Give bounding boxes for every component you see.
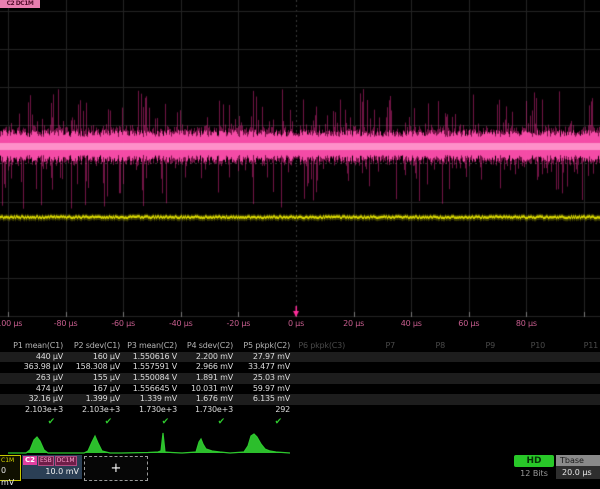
stat-value: 33.477 mV bbox=[248, 362, 290, 373]
status-check-icon: ✔ bbox=[48, 416, 55, 428]
stat-value: 2.103e+3 bbox=[82, 405, 120, 416]
histicon-shape bbox=[122, 433, 182, 453]
stat-value: 363.98 µV bbox=[24, 362, 63, 373]
plus-icon: + bbox=[111, 461, 122, 476]
stat-value: 1.556645 V bbox=[133, 384, 177, 395]
measure-stat-row: 474 µV 167 µV 1.556645 V 10.031 mV 59.97 mV bbox=[0, 384, 600, 395]
param-header[interactable]: P3 mean(C2) bbox=[127, 341, 177, 352]
oscilloscope-screen: { "trace_badge": { "text": "C2 DC1M" }, … bbox=[0, 0, 600, 480]
measure-status-row: ✔ ✔ ✔ ✔ ✔ bbox=[0, 416, 600, 428]
parameter-histicons[interactable] bbox=[0, 430, 600, 456]
time-axis-label: -60 µs bbox=[111, 319, 135, 328]
status-check-icon: ✔ bbox=[218, 416, 225, 428]
stat-value: 1.339 mV bbox=[140, 394, 177, 405]
c2-channel-label: C2 bbox=[23, 456, 37, 465]
histicon-shape bbox=[182, 439, 230, 453]
stat-value: 2.103e+3 bbox=[25, 405, 63, 416]
stat-value: 25.03 mV bbox=[253, 373, 290, 384]
stat-value: 1.730e+3 bbox=[195, 405, 233, 416]
stat-value: 10.031 mV bbox=[191, 384, 233, 395]
measure-stat-row: 263 µV 155 µV 1.550084 V 1.891 mV 25.03 mV bbox=[0, 373, 600, 384]
stat-value: 2.966 mV bbox=[196, 362, 233, 373]
param-header-unused[interactable]: P9 bbox=[485, 341, 495, 352]
stat-value: 1.557591 V bbox=[133, 362, 177, 373]
hd-bits-label: 12 Bits bbox=[514, 469, 554, 478]
stat-value: 440 µV bbox=[36, 352, 63, 363]
hd-mode-badge[interactable]: HD bbox=[514, 455, 554, 467]
measure-stat-row: 440 µV 160 µV 1.550616 V 2.200 mV 27.97 mV bbox=[0, 352, 600, 363]
time-axis-label: 20 µs bbox=[343, 319, 364, 328]
timebase-title: Tbase bbox=[556, 455, 600, 466]
stat-value: 1.550616 V bbox=[133, 352, 177, 363]
c2-scale-value: 10.0 mV bbox=[22, 466, 82, 478]
timebase-descriptor[interactable]: Tbase 20.0 µs bbox=[556, 455, 600, 480]
stat-value: 292 bbox=[275, 405, 290, 416]
timebase-value: 20.0 µs bbox=[556, 466, 600, 479]
param-header-unused[interactable]: P8 bbox=[435, 341, 445, 352]
param-header-unused[interactable]: P7 bbox=[385, 341, 395, 352]
time-axis-label: 40 µs bbox=[401, 319, 422, 328]
time-axis-label: -100 µs bbox=[0, 319, 22, 328]
stat-value: 1.550084 V bbox=[133, 373, 177, 384]
stat-value: 59.97 mV bbox=[253, 384, 290, 395]
time-axis-label: -20 µs bbox=[227, 319, 251, 328]
timebase-axis-labels: -100 µs -80 µs -60 µs -40 µs -20 µs 0 µs 20 µs… bbox=[0, 319, 600, 331]
stat-value: 1.891 mV bbox=[196, 373, 233, 384]
measure-stat-row: 363.98 µV 158.308 µV 1.557591 V 2.966 mV 33.… bbox=[0, 362, 600, 373]
stat-value: 2.200 mV bbox=[196, 352, 233, 363]
time-axis-label: 60 µs bbox=[458, 319, 479, 328]
time-axis-label: 80 µs bbox=[516, 319, 537, 328]
c2-coupling-badge: DC1M bbox=[55, 456, 77, 466]
measure-stat-row: 32.16 µV 1.399 µV 1.339 mV 1.676 mV 6.135 mV bbox=[0, 394, 600, 405]
stat-value: 1.730e+3 bbox=[139, 405, 177, 416]
param-header[interactable]: P1 mean(C1) bbox=[13, 341, 63, 352]
param-header[interactable]: P5 pkpk(C2) bbox=[243, 341, 290, 352]
measure-stat-row: 2.103e+3 2.103e+3 1.730e+3 1.730e+3 292 bbox=[0, 405, 600, 416]
time-axis-label: -40 µs bbox=[169, 319, 193, 328]
time-axis-label: -80 µs bbox=[54, 319, 78, 328]
channel-c1-descriptor[interactable]: C1M 0 mV bbox=[0, 455, 21, 481]
status-check-icon: ✔ bbox=[105, 416, 112, 428]
stat-value: 6.135 mV bbox=[253, 394, 290, 405]
measurement-table: P1 mean(C1) P2 sdev(C1) P3 mean(C2) P4 sdev… bbox=[0, 341, 600, 428]
histicon-shape bbox=[230, 434, 290, 453]
histicon-outline bbox=[122, 433, 182, 453]
c1-scale-value: 0 mV bbox=[0, 465, 20, 489]
param-header-unused[interactable]: P10 bbox=[531, 341, 545, 352]
stat-value: 32.16 µV bbox=[29, 394, 63, 405]
stat-value: 1.399 µV bbox=[86, 394, 120, 405]
measure-header-row: P1 mean(C1) P2 sdev(C1) P3 mean(C2) P4 sdev… bbox=[0, 341, 600, 352]
stat-value: 1.676 mV bbox=[196, 394, 233, 405]
param-header[interactable]: P4 sdev(C2) bbox=[187, 341, 233, 352]
c2-esb-badge: ESB bbox=[38, 456, 54, 466]
stat-value: 158.308 µV bbox=[76, 362, 120, 373]
param-header[interactable]: P2 sdev(C1) bbox=[74, 341, 120, 352]
add-trace-button[interactable]: + bbox=[84, 456, 148, 481]
trace-descriptor-badge: C2 DC1M bbox=[0, 0, 40, 8]
param-header-unused[interactable]: P11 bbox=[584, 341, 598, 352]
waveform-display[interactable] bbox=[0, 0, 600, 318]
time-axis-label: 0 µs bbox=[288, 319, 304, 328]
c1-coupling-label: C1M bbox=[0, 456, 20, 465]
stat-value: 474 µV bbox=[36, 384, 63, 395]
stat-value: 160 µV bbox=[93, 352, 120, 363]
param-header-unused[interactable]: P6 pkpk(C3) bbox=[298, 341, 345, 352]
status-check-icon: ✔ bbox=[275, 416, 282, 428]
status-check-icon: ✔ bbox=[162, 416, 169, 428]
channel-c2-descriptor[interactable]: C2 ESB DC1M 10.0 mV bbox=[22, 455, 82, 479]
stat-value: 263 µV bbox=[36, 373, 63, 384]
stat-value: 27.97 mV bbox=[253, 352, 290, 363]
stat-value: 167 µV bbox=[93, 384, 120, 395]
stat-value: 155 µV bbox=[93, 373, 120, 384]
